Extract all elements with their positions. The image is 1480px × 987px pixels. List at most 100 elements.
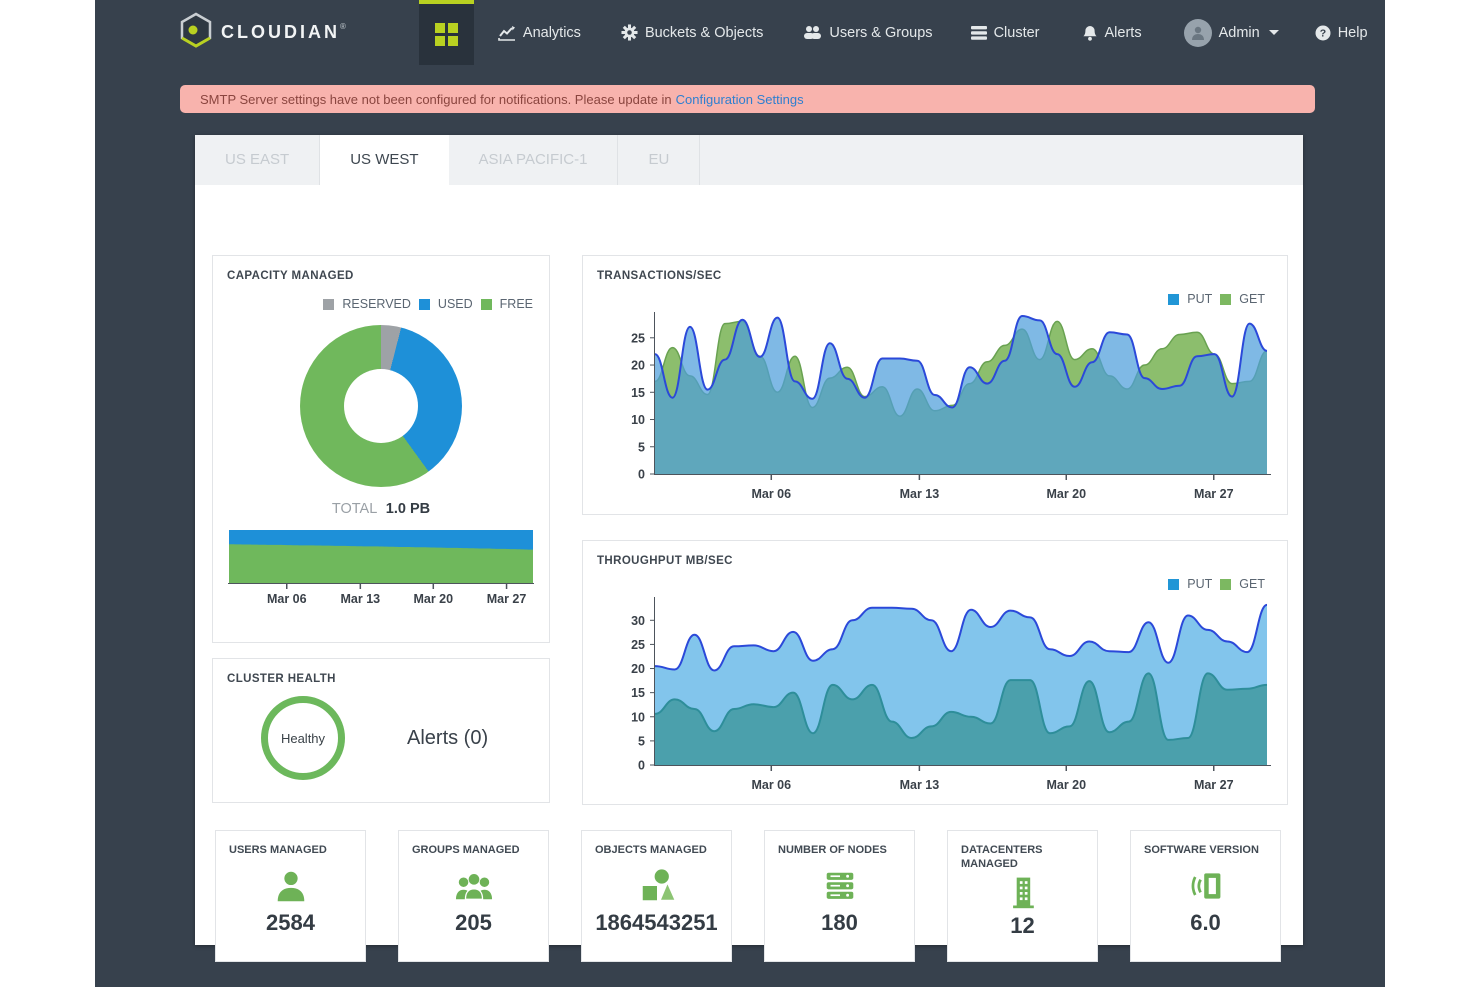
app-window: CLOUDIAN® Analytics [95,0,1385,987]
software-version-icon [1131,865,1280,907]
capacity-total: TOTAL 1.0 PB [213,501,549,517]
nav-item-buckets-objects[interactable]: Buckets & Objects [621,24,763,41]
put-legend-swatch [1168,294,1179,305]
number-of-nodes-card: NUMBER OF NODES [764,830,915,962]
nav-item-dashboard[interactable] [419,0,474,65]
groups-icon [399,865,548,907]
cloudian-logo-icon [180,12,212,53]
objects-managed-card: OBJECTS MANAGED 1864543251 [581,830,732,962]
region-tabstrip: US EAST US WEST ASIA PACIFIC-1 EU [195,135,1303,185]
capacity-managed-card: CAPACITY MANAGED RESERVED USED FREE TOTA… [212,255,550,643]
bell-icon [1082,25,1098,41]
brand-name: CLOUDIAN® [221,22,349,43]
svg-text:Mar 27: Mar 27 [487,592,527,606]
throughput-legend: PUT GET [1168,577,1265,591]
chevron-down-icon [1269,30,1279,35]
svg-text:15: 15 [631,386,645,400]
svg-text:30: 30 [631,614,645,628]
svg-text:0: 0 [638,468,645,482]
nav-item-users-groups[interactable]: Users & Groups [803,25,932,41]
svg-text:Mar 20: Mar 20 [1046,778,1086,792]
put-legend-swatch [1168,579,1179,590]
capacity-donut-chart [300,325,462,487]
svg-text:5: 5 [638,734,645,748]
free-legend-swatch [481,299,492,310]
transactions-title: TRANSACTIONS/SEC [583,256,1287,283]
transactions-chart: 0 5 10 15 20 25 Mar 06 Mar 13 Mar 20 Mar 27 [593,308,1277,511]
smtp-warning-banner: SMTP Server settings have not been confi… [180,85,1315,113]
throughput-chart: 051015202530Mar 06Mar 13Mar 20Mar 27 [593,593,1277,802]
users-managed-value: 2584 [216,910,365,936]
svg-text:?: ? [1319,27,1325,39]
user-icon [216,865,365,907]
get-legend-swatch [1220,579,1231,590]
groups-managed-card: GROUPS MANAGED 205 [398,830,549,962]
svg-text:20: 20 [631,662,645,676]
banner-text: SMTP Server settings have not been confi… [200,92,672,107]
nav-item-alerts[interactable]: Alerts [1082,25,1142,41]
cluster-health-title: CLUSTER HEALTH [213,659,549,686]
datacenters-managed-card: DATACENTERS MANAGED 12 [947,830,1098,962]
throughput-title: THROUGHPUT MB/SEC [583,541,1287,568]
svg-text:5: 5 [638,440,645,454]
content-panel: US EAST US WEST ASIA PACIFIC-1 EU CAPACI… [195,135,1303,945]
nav-item-admin[interactable]: Admin [1184,19,1279,47]
svg-text:Mar 27: Mar 27 [1194,778,1234,792]
tab-asia-pacific-1[interactable]: ASIA PACIFIC-1 [449,135,619,185]
cloudian-logo[interactable]: CLOUDIAN® [180,12,349,53]
svg-text:Mar 13: Mar 13 [900,487,940,501]
datacenters-managed-value: 12 [948,913,1097,939]
dashboard-grid-icon [435,23,458,46]
get-legend-swatch [1220,294,1231,305]
alerts-count[interactable]: Alerts (0) [407,727,488,750]
tab-us-west[interactable]: US WEST [320,135,448,185]
svg-text:Mar 20: Mar 20 [413,592,453,606]
number-of-nodes-value: 180 [765,910,914,936]
svg-text:10: 10 [631,413,645,427]
tab-us-east[interactable]: US EAST [195,135,320,185]
users-managed-card: USERS MANAGED 2584 [215,830,366,962]
svg-text:10: 10 [631,710,645,724]
svg-text:25: 25 [631,638,645,652]
transactions-card: TRANSACTIONS/SEC PUT GET 0 5 10 15 20 25 Mar 0… [582,255,1288,515]
svg-text:20: 20 [631,359,645,373]
svg-text:0: 0 [638,759,645,773]
used-legend-swatch [419,299,430,310]
reserved-legend-swatch [323,299,334,310]
svg-text:Mar 06: Mar 06 [751,487,791,501]
svg-text:15: 15 [631,686,645,700]
transactions-legend: PUT GET [1168,292,1265,306]
gear-icon [621,24,638,41]
cluster-health-card: CLUSTER HEALTH Healthy Alerts (0) [212,658,550,803]
help-icon: ? [1315,25,1331,41]
svg-text:Mar 06: Mar 06 [267,592,307,606]
software-version-card: SOFTWARE VERSION 6.0 [1130,830,1281,962]
tab-eu[interactable]: EU [618,135,700,185]
groups-managed-value: 205 [399,910,548,936]
users-icon [803,25,822,40]
nav-item-analytics[interactable]: Analytics [498,25,581,41]
objects-icon [582,865,731,907]
configuration-settings-link[interactable]: Configuration Settings [676,92,804,107]
capacity-card-title: CAPACITY MANAGED [213,256,549,283]
cluster-icon [971,26,987,40]
top-nav: CLOUDIAN® Analytics [95,0,1385,65]
capacity-legend: RESERVED USED FREE [213,283,549,311]
svg-text:Mar 13: Mar 13 [341,592,381,606]
svg-text:Mar 20: Mar 20 [1046,487,1086,501]
analytics-icon [498,25,516,41]
admin-avatar [1184,19,1212,47]
svg-text:Mar 27: Mar 27 [1194,487,1234,501]
capacity-history-chart: Mar 06 Mar 13 Mar 20 Mar 27 [228,527,549,616]
svg-text:Mar 13: Mar 13 [900,778,940,792]
nodes-icon [765,865,914,907]
objects-managed-value: 1864543251 [582,910,731,936]
software-version-value: 6.0 [1131,910,1280,936]
dashboard-body: CAPACITY MANAGED RESERVED USED FREE TOTA… [195,185,1303,945]
nav-item-help[interactable]: ? Help [1315,25,1368,41]
health-status-circle: Healthy [261,696,345,780]
datacenter-icon [948,871,1097,913]
svg-text:25: 25 [631,331,645,345]
nav-item-cluster[interactable]: Cluster [971,25,1040,41]
throughput-card: THROUGHPUT MB/SEC PUT GET 0 5 10 15 20 25 30 Ma… [582,540,1288,805]
